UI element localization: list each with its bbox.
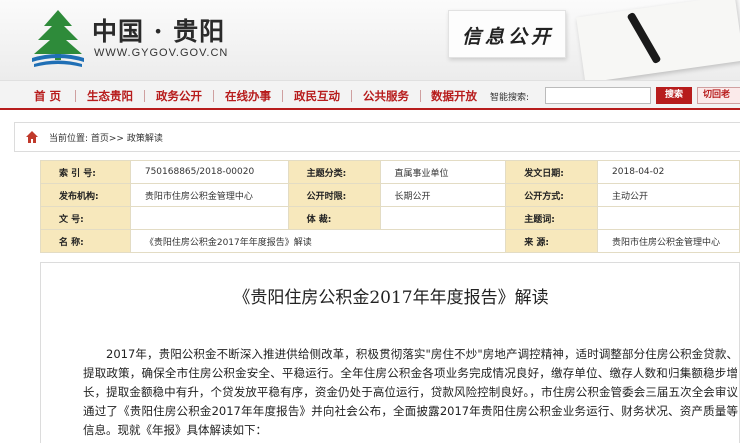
- nav-separator: [420, 90, 421, 102]
- table-row: 文 号: 体 裁: 主题词:: [40, 206, 740, 230]
- nav-separator: [282, 90, 283, 102]
- paper-decoration: [576, 0, 740, 83]
- document-meta-table: 索 引 号: 750168865/2018-00020 主题分类: 直属事业单位…: [40, 160, 740, 253]
- meta-label: 文 号:: [40, 206, 131, 230]
- site-title: 中国 · 贵阳: [92, 17, 226, 46]
- nav-separator: [351, 90, 352, 102]
- article-body: 2017年，贵阳公积金不断深入推进供给侧改革，积极贯彻落实"房住不炒"房地产调控…: [83, 347, 738, 437]
- nav-item-ecology[interactable]: 生态贵阳: [87, 88, 133, 104]
- meta-label: 公开时限:: [287, 183, 381, 207]
- site-url: WWW.GYGOV.GOV.CN: [94, 47, 229, 59]
- meta-label: 体 裁:: [287, 206, 381, 230]
- table-row: 索 引 号: 750168865/2018-00020 主题分类: 直属事业单位…: [40, 160, 740, 184]
- nav-item-interaction[interactable]: 政民互动: [294, 88, 340, 104]
- nav-item-gov-affairs[interactable]: 政务公开: [156, 88, 202, 104]
- meta-label: 发布机构:: [40, 183, 131, 207]
- meta-value: 2018-04-02: [597, 160, 740, 184]
- nav-item-public-service[interactable]: 公共服务: [363, 88, 409, 104]
- meta-label: 名 称:: [40, 229, 131, 253]
- logo-tree-icon: [32, 10, 84, 67]
- meta-value: [379, 206, 507, 230]
- old-version-link[interactable]: 切回老: [697, 87, 740, 104]
- meta-value: 直属事业单位: [379, 160, 507, 184]
- nav-item-home[interactable]: 首 页: [34, 88, 61, 104]
- nav-separator: [144, 90, 145, 102]
- search-label: 智能搜索:: [490, 93, 530, 103]
- meta-label: 公开方式:: [505, 183, 599, 207]
- nav-separator: [75, 90, 76, 102]
- main-nav: 首 页 生态贵阳 政务公开 在线办事 政民互动 公共服务 数据开放 智能搜索: …: [0, 80, 740, 110]
- breadcrumb-text[interactable]: 当前位置: 首页>> 政策解读: [49, 131, 163, 144]
- meta-label: 发文日期:: [505, 160, 599, 184]
- meta-value: 贵阳市住房公积金管理中心: [129, 183, 289, 207]
- meta-value: [597, 206, 740, 230]
- table-row: 发布机构: 贵阳市住房公积金管理中心 公开时限: 长期公开 公开方式: 主动公开: [40, 183, 740, 207]
- meta-label: 主题词:: [505, 206, 599, 230]
- meta-value: 贵阳市住房公积金管理中心: [597, 229, 740, 253]
- meta-value: 750168865/2018-00020: [129, 160, 289, 184]
- search-button[interactable]: 搜索: [656, 87, 692, 104]
- section-title: 信息公开: [462, 26, 555, 48]
- breadcrumb: 当前位置: 首页>> 政策解读: [14, 122, 740, 152]
- table-row: 名 称: 《贵阳住房公积金2017年年度报告》解读 来 源: 贵阳市住房公积金管…: [40, 229, 740, 253]
- nav-separator: [213, 90, 214, 102]
- search-input[interactable]: [545, 87, 651, 104]
- meta-label: 主题分类:: [287, 160, 381, 184]
- article-content: 《贵阳住房公积金2017年年度报告》解读 2017年，贵阳公积金不断深入推进供给…: [40, 262, 740, 443]
- meta-label: 来 源:: [505, 229, 599, 253]
- nav-item-open-data[interactable]: 数据开放: [431, 88, 477, 104]
- meta-value: 《贵阳住房公积金2017年年度报告》解读: [129, 229, 507, 253]
- meta-value: [129, 206, 289, 230]
- site-header: 中国 · 贵阳 WWW.GYGOV.GOV.CN 信息公开: [0, 0, 740, 83]
- meta-value: 主动公开: [597, 183, 740, 207]
- nav-item-online-service[interactable]: 在线办事: [225, 88, 271, 104]
- article-title: 《贵阳住房公积金2017年年度报告》解读: [233, 288, 549, 308]
- meta-label: 索 引 号:: [40, 160, 131, 184]
- home-icon: [26, 131, 38, 143]
- meta-value: 长期公开: [379, 183, 507, 207]
